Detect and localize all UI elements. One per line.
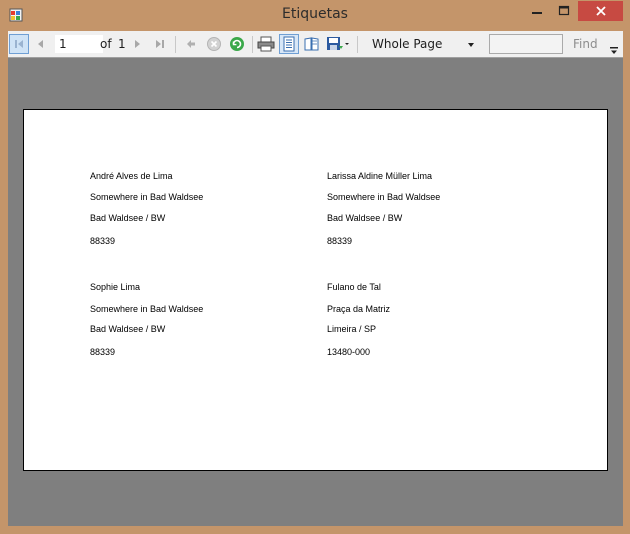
previous-page-icon xyxy=(38,40,43,48)
next-page-icon xyxy=(135,40,140,48)
find-button[interactable]: Find xyxy=(573,37,598,51)
page-setup-button[interactable] xyxy=(302,34,322,54)
zoom-value: Whole Page xyxy=(372,37,443,51)
minimize-button[interactable] xyxy=(524,1,550,21)
export-button[interactable] xyxy=(325,34,351,54)
label-city: Limeira / SP xyxy=(327,324,377,334)
label-zip: 88339 xyxy=(327,236,353,246)
maximize-button[interactable] xyxy=(551,1,577,21)
find-input[interactable] xyxy=(489,34,563,54)
toolbar-separator xyxy=(252,36,253,53)
last-page-icon xyxy=(156,40,164,48)
of-label: of xyxy=(100,37,112,51)
label-city: Bad Waldsee / BW xyxy=(327,213,403,223)
label-name: André Alves de Lima xyxy=(90,171,173,181)
print-icon xyxy=(257,36,275,52)
label-street: Praça da Matriz xyxy=(327,304,391,314)
label-name: Sophie Lima xyxy=(90,282,141,292)
zoom-dropdown[interactable]: Whole Page xyxy=(367,35,478,54)
label-street: Somewhere in Bad Waldsee xyxy=(90,192,204,202)
print-layout-button[interactable] xyxy=(279,34,299,54)
total-pages: 1 xyxy=(118,37,126,51)
toolbar-separator xyxy=(357,36,358,53)
title-bar[interactable]: Etiquetas xyxy=(0,0,630,31)
label-name: Larissa Aldine Müller Lima xyxy=(327,171,433,181)
export-icon xyxy=(327,37,349,50)
stop-button[interactable] xyxy=(204,34,224,54)
print-layout-icon xyxy=(283,36,295,52)
viewer-area: of 1 xyxy=(8,31,623,526)
current-page-input[interactable] xyxy=(55,35,103,53)
label-street: Somewhere in Bad Waldsee xyxy=(90,304,204,314)
label-city: Bad Waldsee / BW xyxy=(90,213,166,223)
back-icon xyxy=(187,40,195,48)
close-icon xyxy=(595,6,606,16)
last-page-button[interactable] xyxy=(151,34,169,54)
chevron-down-icon xyxy=(468,43,474,47)
refresh-icon xyxy=(230,37,244,51)
report-viewer-window: Etiquetas of 1 xyxy=(0,0,630,534)
label-city: Bad Waldsee / BW xyxy=(90,324,166,334)
report-page: André Alves de Lima Somewhere in Bad Wal… xyxy=(23,109,608,471)
refresh-button[interactable] xyxy=(227,34,247,54)
toolbar-separator xyxy=(175,36,176,53)
page-setup-icon xyxy=(304,37,319,51)
label-zip: 88339 xyxy=(90,347,116,357)
print-button[interactable] xyxy=(256,34,276,54)
next-page-button[interactable] xyxy=(130,34,146,54)
minimize-icon xyxy=(532,12,542,14)
label-street: Somewhere in Bad Waldsee xyxy=(327,192,441,202)
maximize-icon xyxy=(558,5,570,16)
toolbar-overflow-icon[interactable] xyxy=(609,46,619,56)
label-zip: 88339 xyxy=(90,236,116,246)
first-page-icon xyxy=(15,40,23,48)
first-page-button[interactable] xyxy=(9,34,29,54)
previous-page-button[interactable] xyxy=(31,34,49,54)
label-zip: 13480-000 xyxy=(327,347,371,357)
stop-icon xyxy=(207,37,221,51)
back-button[interactable] xyxy=(182,34,200,54)
report-toolbar: of 1 xyxy=(8,31,623,58)
close-button[interactable] xyxy=(578,1,623,21)
label-name: Fulano de Tal xyxy=(327,282,381,292)
